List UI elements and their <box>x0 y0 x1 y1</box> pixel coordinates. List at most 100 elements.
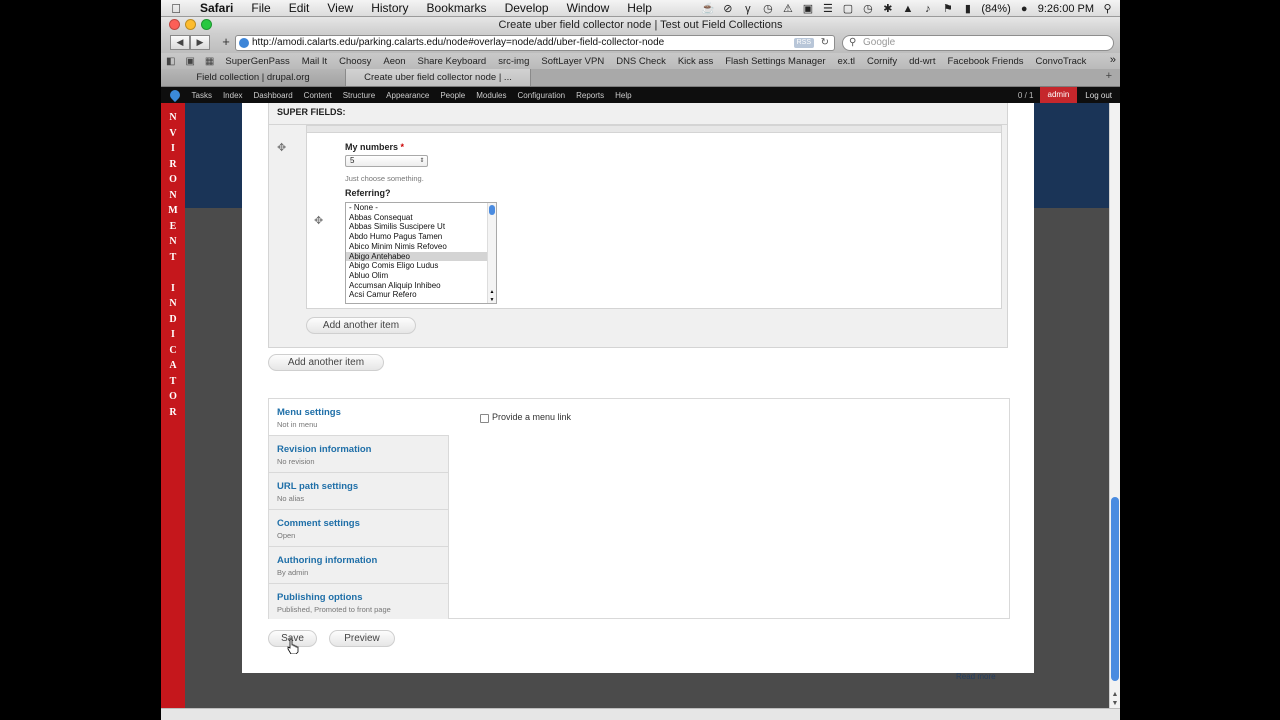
add-bookmark-button[interactable]: + <box>218 35 234 50</box>
toolbar-tasks[interactable]: Tasks <box>186 91 217 100</box>
bookmarks-book-icon[interactable]: ▣ <box>180 56 199 67</box>
warning-icon[interactable]: ⚠ <box>781 2 794 15</box>
referring-option[interactable]: Abigo Comis Eligo Ludus <box>346 261 496 271</box>
bookmark-item[interactable]: Mail It <box>296 56 333 67</box>
bookmark-item[interactable]: DNS Check <box>610 56 672 67</box>
rss-badge[interactable]: RSS <box>793 38 814 48</box>
toolbar-index[interactable]: Index <box>217 91 248 100</box>
bookmark-item[interactable]: Aeon <box>377 56 411 67</box>
add-another-item-inner-button[interactable]: Add another item <box>306 317 416 334</box>
spotlight-search-icon[interactable]: ⚲ <box>1101 2 1114 15</box>
bookmark-item[interactable]: Flash Settings Manager <box>719 56 831 67</box>
bookmark-item[interactable]: ex.tl <box>832 56 861 67</box>
drag-handle-icon[interactable]: ✥ <box>314 214 323 227</box>
my-numbers-select[interactable]: 5 ⇕ <box>345 155 428 167</box>
provide-menu-link-checkbox[interactable] <box>480 414 489 423</box>
tab-field-collection[interactable]: Field collection | drupal.org <box>161 69 346 86</box>
toolbar-help[interactable]: Help <box>610 91 637 100</box>
bookmark-item[interactable]: Share Keyboard <box>412 56 493 67</box>
referring-option[interactable]: Abluo Olim <box>346 271 496 281</box>
close-window-icon[interactable] <box>169 19 180 30</box>
toolbar-modules[interactable]: Modules <box>471 91 512 100</box>
menu-bookmarks[interactable]: Bookmarks <box>418 1 496 15</box>
referring-option-selected[interactable]: Abigo Antehabeo <box>346 251 496 262</box>
minimize-window-icon[interactable] <box>185 19 196 30</box>
coffee-icon[interactable]: ☕ <box>701 2 715 15</box>
logout-link[interactable]: Log out <box>1077 91 1120 100</box>
address-bar[interactable]: http://amodi.calarts.edu/parking.calarts… <box>235 35 835 51</box>
referring-option[interactable]: Acsi Camur Refero <box>346 290 496 300</box>
vtab-comment-settings[interactable]: Comment settings Open <box>269 510 449 547</box>
wifi-icon[interactable]: ▲ <box>901 3 914 15</box>
add-another-item-button[interactable]: Add another item <box>268 354 384 371</box>
scroll-up-arrow-icon[interactable]: ▲ <box>1110 691 1120 698</box>
battery-icon[interactable]: ▮ <box>961 2 974 15</box>
read-more-link[interactable]: Read more <box>956 672 996 681</box>
bookmark-item[interactable]: Facebook Friends <box>941 56 1029 67</box>
bookmark-item[interactable]: src-img <box>492 56 535 67</box>
time-machine-icon[interactable]: ◷ <box>761 2 774 15</box>
fork-icon[interactable]: γ <box>741 3 754 15</box>
listbox-scrollbar[interactable]: ▲ ▼ <box>487 203 496 303</box>
vtab-publishing-options[interactable]: Publishing options Published, Promoted t… <box>269 584 449 619</box>
preview-button[interactable]: Preview <box>329 630 395 647</box>
referring-option[interactable]: Abico Minim Nimis Refoveo <box>346 242 496 252</box>
menubar-clock[interactable]: 9:26:00 PM <box>1038 3 1094 15</box>
referring-option[interactable]: Abbas Consequat <box>346 213 496 223</box>
sliders-icon[interactable]: ☰ <box>821 2 834 15</box>
flag-icon[interactable]: ⚑ <box>941 2 954 15</box>
clock-icon[interactable]: ◷ <box>861 2 874 15</box>
vtab-menu-settings[interactable]: Menu settings Not in menu <box>269 399 449 436</box>
volume-icon[interactable]: ♪ <box>921 3 934 15</box>
bookmark-item[interactable]: SoftLayer VPN <box>535 56 610 67</box>
referring-option[interactable]: - None - <box>346 203 496 213</box>
bookmark-item[interactable]: Choosy <box>333 56 377 67</box>
window-icon[interactable]: ▣ <box>801 2 814 15</box>
menu-help[interactable]: Help <box>618 1 661 15</box>
menu-edit[interactable]: Edit <box>280 1 319 15</box>
referring-listbox[interactable]: - None - Abbas Consequat Abbas Similis S… <box>345 202 497 304</box>
provide-menu-link-label[interactable]: Provide a menu link <box>492 412 571 422</box>
block-icon[interactable]: ⊘ <box>721 2 734 15</box>
bluetooth-icon[interactable]: ✱ <box>881 2 894 15</box>
horizontal-scrollbar[interactable] <box>161 708 1120 720</box>
display-icon[interactable]: ▢ <box>841 2 854 15</box>
user-link[interactable]: admin <box>1039 87 1078 103</box>
menu-app-name[interactable]: Safari <box>191 1 242 15</box>
page-scrollbar[interactable]: ▲ ▼ <box>1109 103 1120 708</box>
vtab-authoring-information[interactable]: Authoring information By admin <box>269 547 449 584</box>
drupal-home-icon[interactable] <box>167 87 183 103</box>
vtab-revision-information[interactable]: Revision information No revision <box>269 436 449 473</box>
vtab-url-path-settings[interactable]: URL path settings No alias <box>269 473 449 510</box>
scroll-up-arrow-icon[interactable]: ▲ <box>488 289 496 295</box>
bookmark-item[interactable]: dd-wrt <box>903 56 941 67</box>
bookmark-item[interactable]: Kick ass <box>672 56 719 67</box>
menu-history[interactable]: History <box>362 1 417 15</box>
zoom-window-icon[interactable] <box>201 19 212 30</box>
bookmark-item[interactable]: ConvoTrack <box>1030 56 1093 67</box>
toolbar-appearance[interactable]: Appearance <box>381 91 435 100</box>
tab-create-node[interactable]: Create uber field collector node | ... <box>346 69 531 86</box>
toolbar-dashboard[interactable]: Dashboard <box>248 91 298 100</box>
referring-option[interactable]: Abbas Similis Suscipere Ut <box>346 222 496 232</box>
new-tab-icon[interactable]: + <box>1106 70 1112 82</box>
more-bookmarks-icon[interactable]: » <box>1110 54 1116 66</box>
drag-handle-icon[interactable]: ✥ <box>277 141 286 154</box>
reading-list-icon[interactable]: ◧ <box>161 56 180 67</box>
back-button[interactable]: ◀ <box>170 35 190 50</box>
apple-icon[interactable]:  <box>161 1 191 16</box>
bookmark-item[interactable]: Cornify <box>861 56 903 67</box>
toolbar-content[interactable]: Content <box>298 91 337 100</box>
user-icon[interactable]: ● <box>1018 3 1031 15</box>
toolbar-reports[interactable]: Reports <box>571 91 610 100</box>
toolbar-structure[interactable]: Structure <box>337 91 380 100</box>
scroll-down-arrow-icon[interactable]: ▼ <box>488 297 496 303</box>
page-scroll-thumb[interactable] <box>1111 497 1119 681</box>
referring-option[interactable]: Accumsan Aliquip Inhibeo <box>346 281 496 291</box>
listbox-scroll-thumb[interactable] <box>489 205 495 215</box>
toolbar-people[interactable]: People <box>435 91 471 100</box>
scroll-down-arrow-icon[interactable]: ▼ <box>1110 700 1120 707</box>
menu-view[interactable]: View <box>318 1 362 15</box>
menu-window[interactable]: Window <box>558 1 619 15</box>
forward-button[interactable]: ▶ <box>190 35 210 50</box>
